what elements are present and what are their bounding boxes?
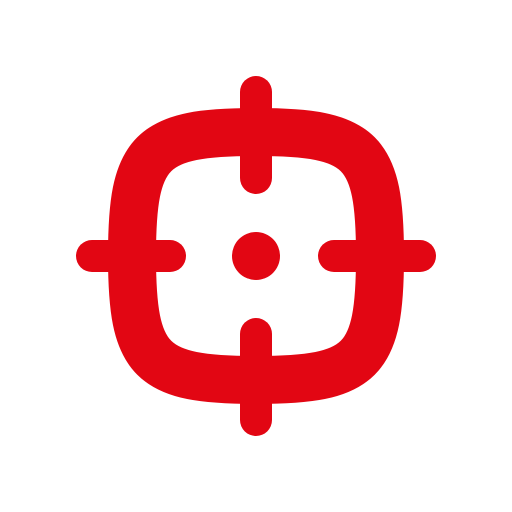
crosshair-icon [76,76,436,436]
icon-canvas [0,0,512,512]
center-dot [232,232,280,280]
